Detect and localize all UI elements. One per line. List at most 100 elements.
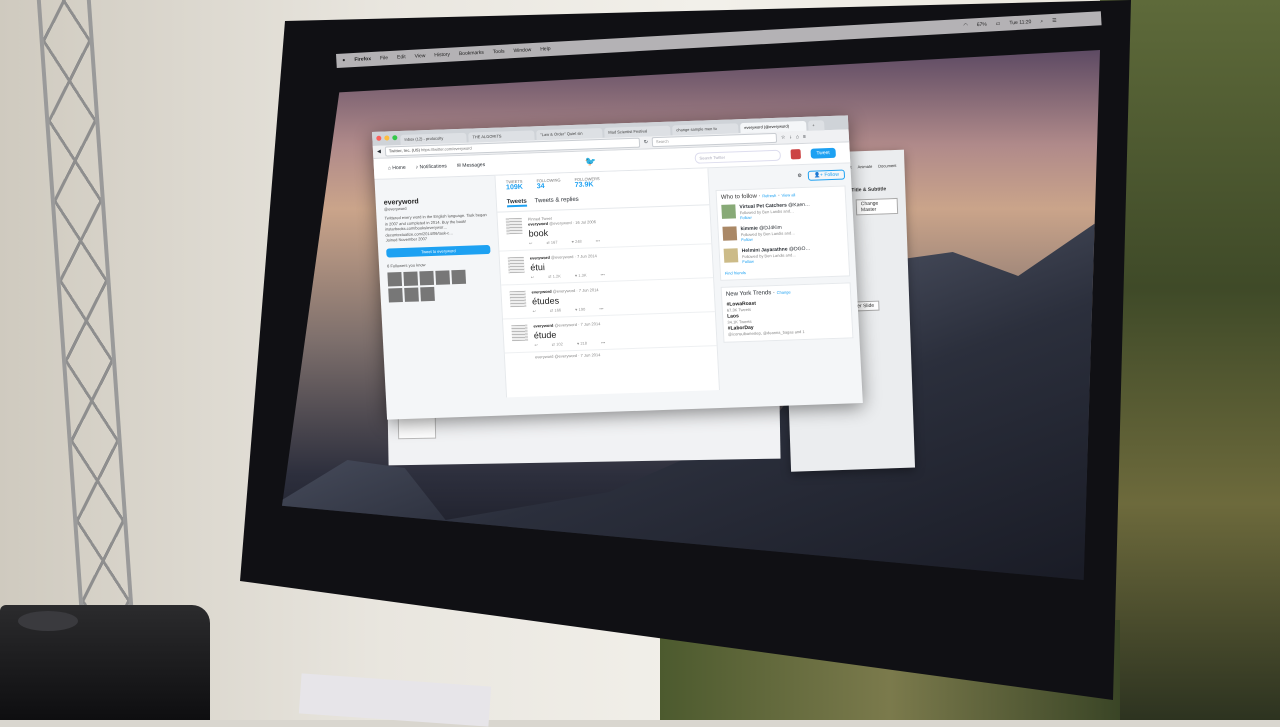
menu-icon[interactable]: ≡: [803, 134, 806, 140]
follower-avatar[interactable]: [451, 269, 467, 284]
more-icon[interactable]: •••: [599, 306, 603, 311]
stat-following[interactable]: FOLLOWING 34: [536, 177, 561, 190]
menu-window[interactable]: Window: [513, 47, 531, 54]
more-icon[interactable]: •••: [596, 238, 600, 243]
notification-center-icon[interactable]: ☰: [1052, 18, 1057, 24]
tweet-date[interactable]: 7 Jun 2014: [577, 253, 597, 259]
twitter-search-input[interactable]: Search Twitter: [694, 149, 781, 164]
followers-you-know[interactable]: 6 Followers you know: [387, 259, 491, 268]
tweet-author[interactable]: everyword: [530, 255, 550, 261]
like-icon[interactable]: ♥ 1.3K: [575, 273, 587, 278]
right-rail: ⚙ 👤+ Follow Who to follow · Refresh · Vi…: [708, 163, 862, 390]
suggestion-avatar[interactable]: [723, 248, 739, 263]
menu-bookmarks[interactable]: Bookmarks: [459, 50, 484, 57]
battery-icon[interactable]: ▭: [996, 21, 1001, 27]
menu-tools[interactable]: Tools: [493, 49, 505, 56]
reply-icon[interactable]: ↩: [531, 274, 535, 279]
wifi-icon[interactable]: ◠: [963, 23, 968, 29]
new-tab-icon[interactable]: +: [808, 120, 825, 131]
home-icon[interactable]: ⌂: [796, 134, 799, 140]
like-count: 1.3K: [578, 272, 587, 278]
more-icon[interactable]: •••: [600, 272, 604, 277]
follower-avatar[interactable]: [420, 286, 435, 301]
minimize-window-icon[interactable]: [384, 135, 390, 141]
follower-avatar[interactable]: [435, 269, 451, 285]
like-icon[interactable]: ♥ 218: [577, 341, 587, 346]
more-icon[interactable]: •••: [601, 340, 605, 345]
suggestion-item: Helmini Jayarathne @DGO… Followed by Ben …: [723, 245, 845, 265]
tweet-button[interactable]: Tweet: [810, 147, 836, 159]
reply-icon[interactable]: ↩: [532, 308, 536, 313]
change-master-button[interactable]: Change Master: [855, 197, 899, 216]
back-icon[interactable]: ◀: [377, 149, 381, 155]
trends-panel: New York Trends · Change #LowaRoast 67.3K…: [720, 282, 854, 343]
tweet-author[interactable]: everyword: [528, 221, 548, 227]
user-avatar[interactable]: [790, 149, 801, 160]
follower-avatar[interactable]: [388, 287, 403, 302]
menu-help[interactable]: Help: [540, 46, 551, 53]
wtf-refresh[interactable]: Refresh: [762, 193, 776, 198]
reply-icon[interactable]: ↩: [529, 240, 533, 245]
reply-icon[interactable]: ↩: [534, 342, 538, 347]
like-icon[interactable]: ♥ 248: [571, 239, 581, 244]
bookmark-star-icon[interactable]: ☆: [781, 135, 786, 141]
nav-home[interactable]: ⌂ Home: [388, 165, 406, 172]
twitter-bird-icon[interactable]: 🐦: [585, 156, 597, 167]
tweet-author[interactable]: everyword: [531, 289, 551, 295]
animate-tool[interactable]: Animate: [857, 164, 872, 170]
stat-followers[interactable]: FOLLOWERS 73.9K: [574, 176, 600, 189]
tweet-avatar[interactable]: [505, 217, 523, 235]
menu-edit[interactable]: Edit: [397, 54, 406, 60]
retweet-icon[interactable]: ⇄ 102: [552, 341, 563, 346]
tweet-avatar[interactable]: [509, 290, 527, 308]
tweet-avatar[interactable]: [511, 324, 529, 342]
suggestion-follow-button[interactable]: Follow: [741, 235, 796, 242]
retweet-count: 166: [554, 307, 562, 313]
projector: [0, 605, 210, 720]
find-friends-link[interactable]: Find friends: [725, 267, 845, 276]
document-tool[interactable]: Document: [878, 163, 896, 169]
trend-count: 34.1K Tweets: [727, 318, 752, 325]
tab-tweets[interactable]: Tweets: [506, 198, 528, 208]
reload-icon[interactable]: ↻: [644, 139, 649, 145]
gear-icon[interactable]: ⚙: [797, 173, 802, 179]
close-window-icon[interactable]: [376, 135, 382, 141]
menu-history[interactable]: History: [434, 52, 450, 59]
stat-value: 73.9K: [574, 181, 594, 189]
stat-tweets[interactable]: TWEETS 109K: [506, 179, 523, 192]
zoom-window-icon[interactable]: [392, 135, 398, 141]
tweet-date[interactable]: 7 Jun 2014: [580, 321, 600, 327]
tweet-author[interactable]: everyword: [533, 323, 553, 329]
wtf-title: Who to follow: [720, 193, 758, 201]
tweet-date[interactable]: 7 Jun 2014: [579, 287, 599, 293]
follower-avatar[interactable]: [387, 271, 403, 287]
tab-tweets-replies[interactable]: Tweets & replies: [535, 197, 579, 207]
wtf-view-all[interactable]: View all: [781, 192, 795, 197]
nav-messages[interactable]: ✉ Messages: [457, 162, 486, 169]
battery-percent[interactable]: 67%: [977, 22, 987, 29]
tweet-avatar[interactable]: [507, 256, 525, 274]
suggestion-avatar[interactable]: [722, 226, 738, 241]
like-icon[interactable]: ♥ 190: [575, 307, 585, 312]
follower-avatar[interactable]: [403, 270, 419, 286]
trends-change[interactable]: Change: [777, 289, 791, 294]
menu-view[interactable]: View: [414, 53, 425, 60]
apple-icon[interactable]: ●: [342, 57, 345, 63]
tweet-to-button[interactable]: Tweet to everyword: [386, 244, 491, 258]
nav-notifications[interactable]: ♪ Notifications: [416, 163, 447, 170]
retweet-icon[interactable]: ⇄ 167: [546, 240, 557, 245]
retweet-icon[interactable]: ⇄ 166: [550, 307, 561, 312]
follow-button[interactable]: 👤+ Follow: [807, 169, 846, 181]
retweet-icon[interactable]: ⇄ 1.2K: [548, 273, 561, 278]
menu-app-name[interactable]: Firefox: [354, 56, 371, 63]
spotlight-icon[interactable]: ⌕: [1040, 18, 1043, 24]
downloads-icon[interactable]: ↓: [789, 134, 792, 140]
menu-file[interactable]: File: [380, 55, 388, 61]
like-count: 190: [578, 306, 586, 312]
tweet-date[interactable]: 16 Jul 2006: [575, 219, 596, 225]
who-to-follow: Who to follow · Refresh · View all Virtu…: [715, 185, 851, 281]
follower-avatar[interactable]: [404, 286, 419, 302]
follower-avatar[interactable]: [419, 270, 435, 285]
clock[interactable]: Tue 11:20: [1009, 19, 1031, 26]
suggestion-avatar[interactable]: [721, 204, 737, 219]
